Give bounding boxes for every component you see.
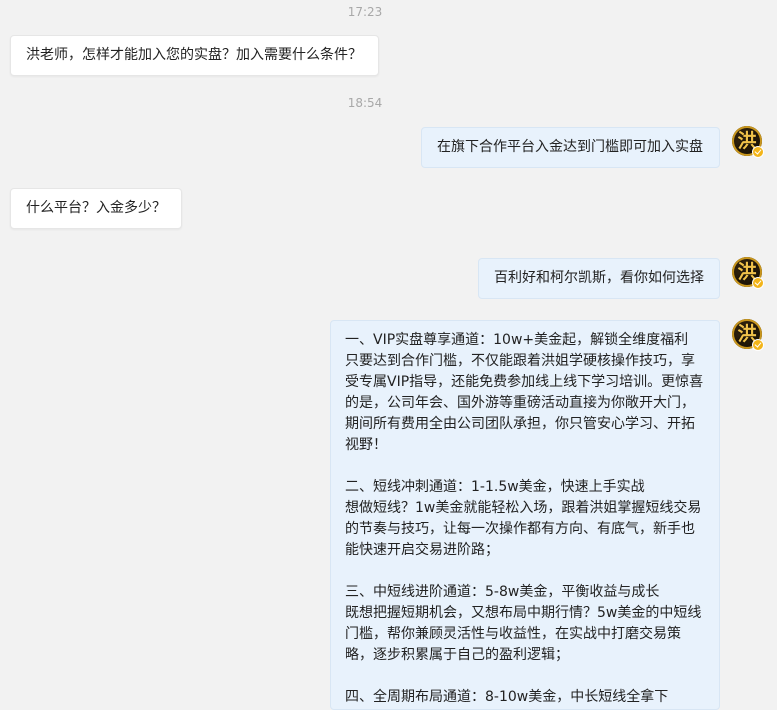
user-avatar-icon[interactable]: 洪: [732, 126, 764, 158]
timestamp: 18:54: [347, 96, 383, 110]
message-bubble-outgoing[interactable]: 在旗下合作平台入金达到门槛即可加入实盘: [421, 127, 720, 168]
user-avatar-icon[interactable]: 洪: [732, 257, 764, 289]
message-bubble-outgoing[interactable]: 百利好和柯尔凯斯，看你如何选择: [478, 258, 720, 299]
verified-badge-icon: [752, 277, 764, 289]
message-bubble-incoming[interactable]: 洪老师，怎样才能加入您的实盘？加入需要什么条件？: [10, 35, 379, 76]
message-bubble-incoming[interactable]: 什么平台？入金多少？: [10, 188, 182, 229]
user-avatar-icon[interactable]: 洪: [732, 319, 764, 351]
verified-badge-icon: [752, 339, 764, 351]
verified-badge-icon: [752, 146, 764, 158]
timestamp: 17:23: [347, 5, 383, 19]
message-bubble-outgoing[interactable]: 一、VIP实盘尊享通道：10w+美金起，解锁全维度福利 只要达到合作门槛，不仅能…: [330, 320, 720, 710]
